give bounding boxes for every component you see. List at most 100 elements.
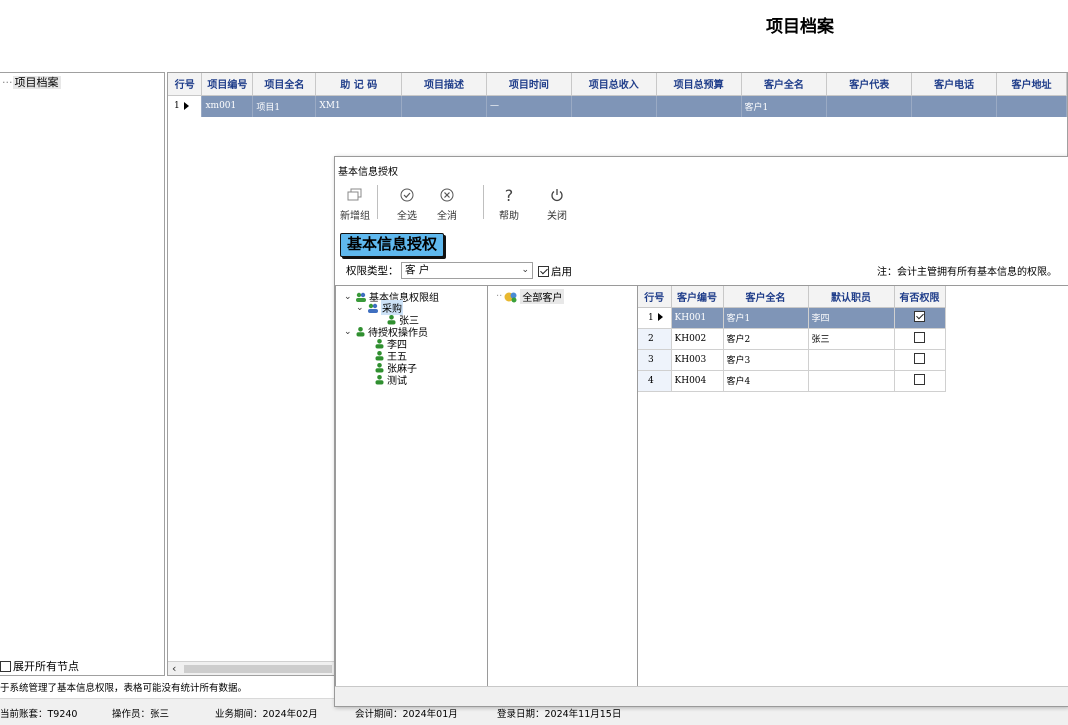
- cell-customer-name[interactable]: 客户1: [723, 307, 809, 329]
- cell-mnemonic[interactable]: XM1: [315, 95, 403, 117]
- col-header[interactable]: 默认职员: [808, 286, 895, 308]
- cell-customer-code[interactable]: KH001: [671, 307, 724, 329]
- cell-default-staff[interactable]: [808, 349, 895, 371]
- row-number-cell[interactable]: 3: [638, 349, 672, 371]
- table-row[interactable]: 1 KH001 客户1 李四: [638, 307, 946, 329]
- cell-time[interactable]: —: [486, 95, 572, 117]
- table-row[interactable]: 3 KH003 客户3: [638, 349, 946, 371]
- cell-has-perm[interactable]: [894, 307, 946, 329]
- col-header[interactable]: 项目时间: [486, 73, 572, 96]
- scroll-thumb[interactable]: [184, 665, 332, 673]
- scroll-left-icon[interactable]: ‹: [172, 662, 176, 675]
- project-grid-header: 行号 项目编号 项目全名 助 记 码 项目描述 项目时间 项目总收入 项目总预算…: [168, 73, 1067, 96]
- expand-all-checkbox[interactable]: 展开所有节点: [0, 658, 79, 674]
- col-header[interactable]: 客户全名: [741, 73, 828, 96]
- customer-perm-grid[interactable]: 行号 客户编号 客户全名 默认职员 有否权限 1 KH001 客户1 李四 2: [638, 286, 946, 392]
- col-header[interactable]: 项目总预算: [656, 73, 742, 96]
- cell-income[interactable]: [571, 95, 657, 117]
- table-row[interactable]: 2 KH002 客户2 张三: [638, 328, 946, 350]
- help-label: 帮助: [499, 211, 519, 222]
- has-perm-checkbox[interactable]: [914, 352, 925, 364]
- status-account: 当前账套：T9240: [0, 709, 78, 720]
- tree-dots: ··: [496, 291, 503, 302]
- cell-rep[interactable]: [826, 95, 913, 117]
- tree-root-node[interactable]: ··· 项目档案: [2, 74, 61, 90]
- enable-label: 启用: [551, 266, 572, 278]
- cell-customer-code[interactable]: KH004: [671, 370, 724, 392]
- col-header[interactable]: 客户地址: [996, 73, 1067, 96]
- new-group-button[interactable]: 新增组: [337, 185, 373, 222]
- page-title: 项目档案: [766, 17, 834, 37]
- note-text: 注：会计主管拥有所有基本信息的权限。: [877, 267, 1057, 278]
- cell-customer-name[interactable]: 客户4: [723, 370, 809, 392]
- row-number-cell[interactable]: 1: [168, 95, 203, 117]
- col-header[interactable]: 客户全名: [723, 286, 809, 308]
- clear-all-button[interactable]: 全消: [429, 185, 465, 222]
- expand-all-label: 展开所有节点: [13, 660, 79, 673]
- row-number-cell[interactable]: 4: [638, 370, 672, 392]
- category-tree[interactable]: ·· 全部客户: [488, 285, 638, 688]
- close-button[interactable]: 关闭: [539, 185, 575, 222]
- tree-node-operator[interactable]: 测试: [374, 372, 407, 387]
- user-icon: [356, 327, 365, 337]
- has-perm-checkbox[interactable]: [914, 310, 925, 322]
- current-row-indicator-icon: [183, 101, 189, 110]
- help-icon: ?: [504, 185, 514, 205]
- cell-phone[interactable]: [911, 95, 998, 117]
- cell-project-name[interactable]: 项目1: [252, 95, 317, 117]
- customer-perm-grid-area[interactable]: 行号 客户编号 客户全名 默认职员 有否权限 1 KH001 客户1 李四 2: [638, 285, 1068, 688]
- perm-type-select[interactable]: 客 户 ⌄: [401, 262, 533, 279]
- col-header[interactable]: 有否权限: [894, 286, 946, 308]
- col-header[interactable]: 项目描述: [401, 73, 487, 96]
- col-header[interactable]: 项目总收入: [571, 73, 657, 96]
- cell-has-perm[interactable]: [894, 370, 946, 392]
- col-header[interactable]: 客户编号: [671, 286, 724, 308]
- cell-default-staff[interactable]: 李四: [808, 307, 895, 329]
- left-tree-panel[interactable]: ··· 项目档案: [0, 72, 165, 676]
- cell-customer-name[interactable]: 客户2: [723, 328, 809, 350]
- status-operator: 操作员：张三: [112, 709, 170, 720]
- help-button[interactable]: ? 帮助: [491, 185, 527, 223]
- close-label: 关闭: [547, 211, 567, 222]
- cell-budget[interactable]: [656, 95, 742, 117]
- cell-customer-code[interactable]: KH002: [671, 328, 724, 350]
- select-all-label: 全选: [397, 211, 417, 222]
- horizontal-scrollbar[interactable]: ‹: [168, 661, 336, 675]
- col-header[interactable]: 行号: [638, 286, 672, 308]
- table-row[interactable]: 4 KH004 客户4: [638, 370, 946, 392]
- select-all-button[interactable]: 全选: [389, 185, 425, 222]
- col-header[interactable]: 客户代表: [826, 73, 913, 96]
- has-perm-checkbox[interactable]: [914, 373, 925, 385]
- enable-box[interactable]: [538, 266, 549, 277]
- col-header[interactable]: 行号: [168, 73, 203, 96]
- cell-customer-code[interactable]: KH003: [671, 349, 724, 371]
- cell-default-staff[interactable]: 张三: [808, 328, 895, 350]
- cell-desc[interactable]: [401, 95, 487, 117]
- cell-project-code[interactable]: xm001: [201, 95, 254, 117]
- col-header[interactable]: 客户电话: [911, 73, 998, 96]
- chevron-down-icon[interactable]: ⌄: [356, 303, 365, 313]
- permission-group-tree[interactable]: ⌄ 基本信息权限组 ⌄ 采购 张三 ⌄ 待授权操作员 李四 王五 张麻子 测试: [335, 285, 488, 688]
- project-grid[interactable]: 行号 项目编号 项目全名 助 记 码 项目描述 项目时间 项目总收入 项目总预算…: [168, 73, 1067, 117]
- chevron-down-icon[interactable]: ⌄: [344, 327, 353, 337]
- row-number-cell[interactable]: 2: [638, 328, 672, 350]
- cell-customer-name[interactable]: 客户3: [723, 349, 809, 371]
- col-header[interactable]: 项目全名: [252, 73, 317, 96]
- enable-checkbox[interactable]: 启用: [538, 264, 572, 279]
- table-row[interactable]: 1 xm001 项目1 XM1 — 客户1: [168, 95, 1067, 117]
- cell-customer[interactable]: 客户1: [741, 95, 828, 117]
- expand-all-box[interactable]: [0, 660, 11, 672]
- row-number-cell[interactable]: 1: [638, 307, 672, 329]
- tree-node-all-customers[interactable]: ·· 全部客户: [496, 289, 565, 304]
- col-header[interactable]: 助 记 码: [315, 73, 403, 96]
- chevron-down-icon[interactable]: ⌄: [521, 263, 529, 278]
- auth-dialog[interactable]: 基本信息授权 新增组 全选 全消 ? 帮助 关闭 基本信息授权 权限类型： 客 …: [334, 156, 1068, 707]
- cell-has-perm[interactable]: [894, 349, 946, 371]
- cell-addr[interactable]: [996, 95, 1067, 117]
- cell-default-staff[interactable]: [808, 370, 895, 392]
- chevron-down-icon[interactable]: ⌄: [344, 292, 353, 302]
- cell-has-perm[interactable]: [894, 328, 946, 350]
- user-icon: [375, 375, 384, 385]
- has-perm-checkbox[interactable]: [914, 331, 925, 343]
- col-header[interactable]: 项目编号: [201, 73, 254, 96]
